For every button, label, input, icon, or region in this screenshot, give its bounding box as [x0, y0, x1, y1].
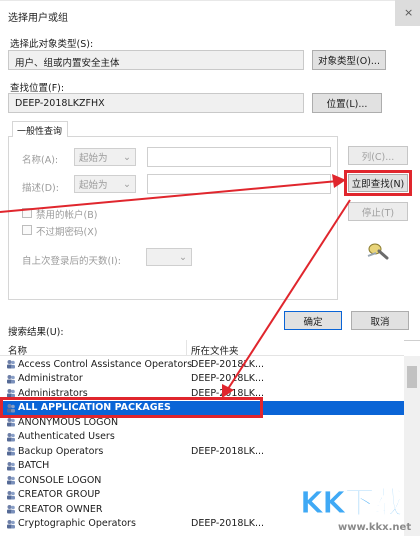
annotation-arrows — [0, 174, 351, 398]
watermark-brand: KK下载 — [299, 486, 404, 522]
watermark-url: www.kkx.net — [338, 522, 412, 533]
watermark: KK下载 www.kkx.net — [299, 478, 412, 534]
